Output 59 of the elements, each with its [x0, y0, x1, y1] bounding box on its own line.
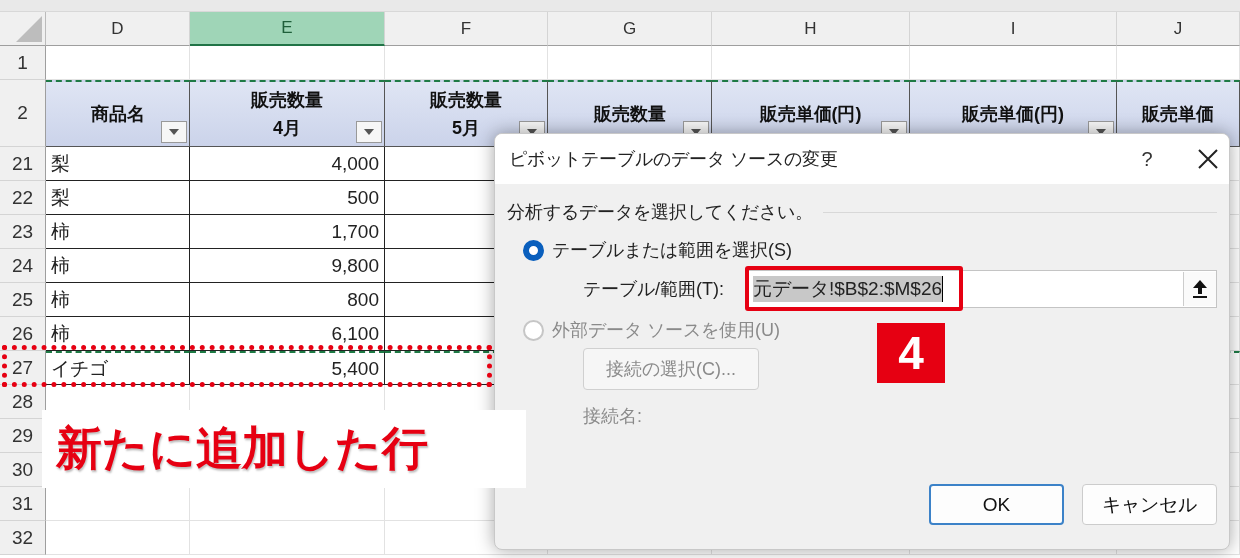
step-badge: 4 [877, 323, 945, 383]
help-button[interactable]: ? [1127, 147, 1167, 171]
range-field[interactable]: 元データ!$B$2:$M$26 [747, 270, 1217, 308]
filter-button[interactable] [161, 121, 187, 143]
header-cell: 商品名 [46, 80, 190, 147]
row-header[interactable]: 2 [0, 80, 46, 147]
ok-button[interactable]: OK [929, 484, 1064, 525]
dialog-title: ピボットテーブルのデータ ソースの変更 [509, 148, 839, 171]
table-cell: 柿 [46, 249, 190, 283]
row-header[interactable]: 24 [0, 249, 46, 283]
range-picker-button[interactable] [1183, 272, 1216, 306]
connection-name-label: 接続名: [583, 405, 643, 428]
table-cell: 梨 [46, 147, 190, 181]
prompt-text: 分析するデータを選択してください。 [507, 201, 813, 224]
table-cell: 1,700 [190, 215, 385, 249]
close-icon[interactable] [1197, 148, 1219, 170]
filter-button[interactable] [356, 121, 382, 143]
row-header[interactable]: 21 [0, 147, 46, 181]
table-cell: 4,000 [190, 147, 385, 181]
radio-button[interactable] [523, 239, 544, 261]
dropdown-arrow-icon [691, 129, 701, 135]
dropdown-arrow-icon [889, 129, 899, 135]
row-header[interactable]: 22 [0, 181, 46, 215]
column-header[interactable]: I [910, 12, 1117, 46]
row-header[interactable]: 28 [0, 385, 46, 419]
table-cell: 柿 [46, 317, 190, 351]
table-cell: 5,400 [190, 351, 385, 385]
radio-label[interactable]: テーブルまたは範囲を選択(S) [552, 238, 792, 262]
cancel-button[interactable]: キャンセル [1082, 484, 1217, 525]
table-cell: 6,100 [190, 317, 385, 351]
column-header[interactable]: F [385, 12, 548, 46]
row-header[interactable]: 23 [0, 215, 46, 249]
row-header[interactable]: 31 [0, 487, 46, 521]
field-label: テーブル/範囲(T): [583, 278, 725, 301]
column-header[interactable]: J [1117, 12, 1240, 46]
dropdown-arrow-icon [364, 129, 374, 135]
dropdown-arrow-icon [527, 129, 537, 135]
column-header[interactable]: G [548, 12, 712, 46]
upload-arrow-icon [1192, 279, 1208, 299]
row-header[interactable]: 27 [0, 351, 46, 385]
column-header[interactable]: E [190, 12, 385, 46]
row-header[interactable]: 25 [0, 283, 46, 317]
table-cell: 梨 [46, 181, 190, 215]
row-header[interactable]: 32 [0, 521, 46, 555]
column-header[interactable]: D [46, 12, 190, 46]
column-header[interactable]: H [712, 12, 910, 46]
table-cell: 9,800 [190, 249, 385, 283]
header-cell: 販売数量 5月 [385, 80, 548, 147]
dropdown-arrow-icon [1096, 129, 1106, 135]
table-cell: 柿 [46, 215, 190, 249]
row-header[interactable]: 26 [0, 317, 46, 351]
callout-label: 新たに追加した行 [42, 410, 526, 488]
table-cell: 800 [190, 283, 385, 317]
row-header[interactable]: 1 [0, 46, 46, 80]
table-cell: 500 [190, 181, 385, 215]
table-cell: イチゴ [46, 351, 190, 385]
table-cell: 柿 [46, 283, 190, 317]
dropdown-arrow-icon [169, 129, 179, 135]
header-cell: 販売数量 4月 [190, 80, 385, 147]
